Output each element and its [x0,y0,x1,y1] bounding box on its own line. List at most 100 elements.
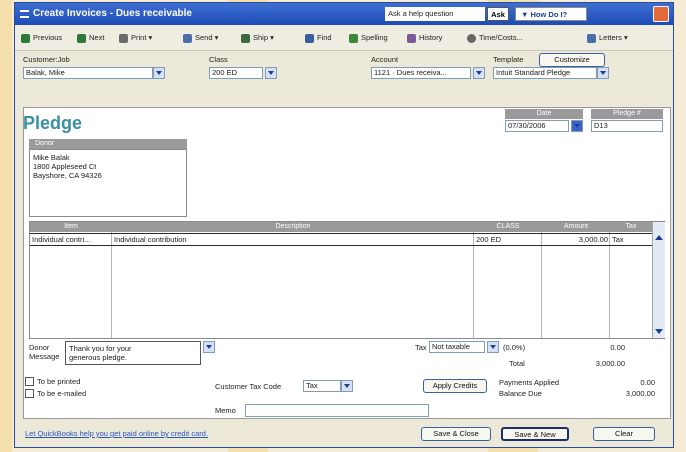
clear-button[interactable]: Clear [593,427,655,441]
toolbar-ship-button[interactable]: Ship ▾ [241,31,274,45]
save-close-button[interactable]: Save & Close [421,427,491,441]
toolbar-find-button[interactable]: Find [305,31,332,45]
create-invoices-window: Create Invoices - Dues receivable Ask a … [14,2,674,448]
title-bar: Create Invoices - Dues receivable Ask a … [15,3,673,25]
ask-button[interactable]: Ask [487,7,509,21]
toolbar-print-button[interactable]: Print ▾ [119,31,152,45]
customer-tax-code-dropdown-icon[interactable] [341,380,353,392]
previous-icon [21,33,30,43]
chevron-down-icon[interactable]: ▾ [149,33,153,42]
form-heading: Pledge [23,113,83,133]
scroll-down-icon[interactable] [655,329,663,334]
pledge-number-header: Pledge # [591,109,663,119]
total-label: Total [509,359,525,368]
donor-message-label: Donor [29,343,50,352]
spelling-icon [349,33,358,43]
to-be-emailed-checkbox[interactable] [25,389,34,398]
history-icon [407,33,416,43]
customer-tax-code-field[interactable]: Tax [303,380,341,392]
how-do-i-button[interactable]: ▼ How Do I? [515,7,587,21]
class-dropdown-icon[interactable] [265,67,277,79]
account-label: Account [371,55,399,64]
customer-job-dropdown-icon[interactable] [153,67,165,79]
to-be-emailed-label: To be e-mailed [37,389,87,398]
date-field[interactable]: 07/30/2006 [505,120,569,132]
class-field[interactable]: 200 ED [209,67,263,79]
to-be-printed-checkbox[interactable] [25,377,34,386]
send-icon [183,33,192,43]
find-icon [305,33,314,43]
row-amount: 3,000.00 [578,235,608,244]
table-scrollbar[interactable] [652,222,665,338]
tax-item-dropdown-icon[interactable] [487,341,499,353]
total-value: 3,000.00 [595,359,625,368]
toolbar-letters-button[interactable]: Letters ▾ [587,31,628,45]
toolbar-send-button[interactable]: Send ▾ [183,31,218,45]
account-field[interactable]: 1121 · Dues receiva... [371,67,471,79]
customize-button[interactable]: Customize [539,53,605,67]
class-label: Class [209,55,228,64]
donor-line: Bayshore, CA 94326 [33,171,102,180]
customer-job-field[interactable]: Balak, Mike [23,67,153,79]
dropdown-arrow-icon: ▼ [521,10,531,19]
template-label: Template [493,55,524,64]
balance-due-value: 3,000.00 [625,389,655,398]
column-header-description: Description [112,222,474,232]
template-field[interactable]: Intuit Standard Pledge [493,67,597,79]
donor-header: Donor [29,139,187,149]
customer-tax-code-label: Customer Tax Code [215,382,282,391]
donor-message-line: Thank you for your [69,344,132,353]
tax-rate: (0.0%) [503,343,526,352]
donor-message-dropdown-icon[interactable] [203,341,215,353]
tax-label: Tax [415,343,427,352]
scroll-up-icon[interactable] [655,235,663,240]
toolbar-time-costs-button[interactable]: Time/Costs... [467,31,523,45]
donor-line: Mike Balak [33,153,70,162]
memo-field[interactable] [245,404,429,417]
payments-applied-value: 0.00 [640,378,655,387]
donor-message-field[interactable]: Thank you for your generous pledge. [65,341,201,365]
column-header-class: CLASS [474,222,542,232]
window-title: Create Invoices - Dues receivable [33,8,192,19]
donor-message-label-line2: Message [29,352,60,361]
toolbar-history-button[interactable]: History [407,31,442,45]
date-header: Date [505,109,583,119]
window-menu-icon[interactable] [20,10,29,18]
toolbar-next-button[interactable]: Next [77,31,104,45]
ask-help-input[interactable]: Ask a help question [385,7,485,21]
column-header-amount: Amount [542,222,610,232]
chevron-down-icon[interactable]: ▾ [624,33,628,42]
chevron-down-icon[interactable]: ▾ [270,33,274,42]
letters-icon [587,33,596,43]
apply-credits-button[interactable]: Apply Credits [423,379,487,393]
toolbar-previous-button[interactable]: Previous [21,31,62,45]
column-header-item: Item [30,222,112,232]
column-header-tax: Tax [610,222,652,232]
row-class: 200 ED [476,235,502,244]
save-new-button[interactable]: Save & New [501,427,569,441]
payments-applied-label: Payments Applied [499,378,560,387]
calendar-icon[interactable] [571,120,583,132]
credit-card-link[interactable]: Let QuickBooks help you get paid online … [25,429,208,438]
pledge-number-field[interactable]: D13 [591,120,663,132]
balance-due-label: Balance Due [499,389,542,398]
toolbar: Previous Next Print ▾ Send ▾ Ship ▾ Find… [15,26,673,51]
donor-line: 1800 Appleseed Ct [33,162,97,171]
donor-message-line: generous pledge. [69,353,127,362]
row-description: Individual contribution [114,235,187,244]
table-row[interactable]: Individual contri... Individual contribu… [30,233,652,245]
close-icon[interactable] [653,6,669,22]
chevron-down-icon[interactable]: ▾ [215,33,219,42]
next-icon [77,33,86,43]
template-dropdown-icon[interactable] [597,67,609,79]
tax-item-field[interactable]: Not taxable [429,341,485,353]
account-dropdown-icon[interactable] [473,67,485,79]
toolbar-spelling-button[interactable]: Spelling [349,31,388,45]
row-tax: Tax [612,235,624,244]
how-do-i-label: How Do I? [530,10,568,19]
donor-address-box[interactable]: Mike Balak 1800 Appleseed Ct Bayshore, C… [29,149,187,217]
clock-icon [467,33,476,43]
customer-job-label: Customer:Job [23,55,70,64]
tax-amount: 0.00 [610,343,625,352]
printer-icon [119,33,128,43]
